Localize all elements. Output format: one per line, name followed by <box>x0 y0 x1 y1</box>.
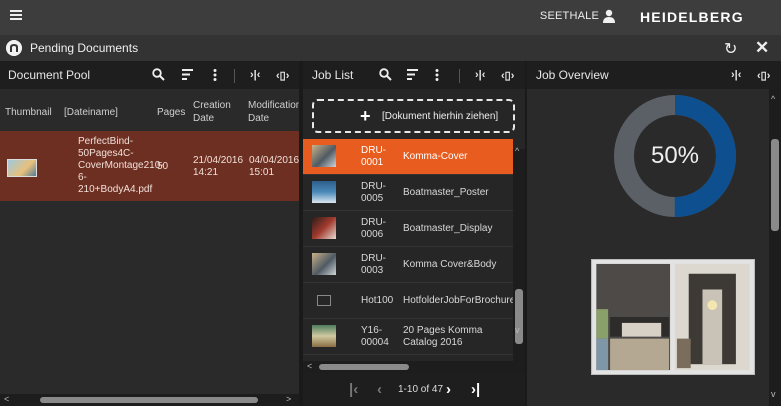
job-overview-title: Job Overview <box>536 68 609 82</box>
scroll-right-icon[interactable]: > <box>286 394 291 404</box>
scrollbar-thumb[interactable] <box>40 397 258 403</box>
search-icon[interactable] <box>379 68 392 81</box>
horizontal-scrollbar[interactable]: < > <box>0 394 299 406</box>
table-row[interactable]: PerfectBind-50Pages4C-CoverMontage210-6-… <box>0 131 299 201</box>
document-pool-toolbar: Document Pool ›|‹ ‹▯› <box>0 61 299 89</box>
job-name: 20 Pages Komma Catalog 2016 <box>403 325 483 348</box>
collapse-left-icon[interactable]: ›|‹ <box>250 69 260 81</box>
column-header-pages[interactable]: Pages <box>157 106 185 119</box>
document-pool-panel: Document Pool ›|‹ ‹▯› Thumbnail [Dateina… <box>0 61 299 406</box>
pagination-bar: |‹ ‹ 1-10 of 47 › ›| <box>303 373 525 406</box>
page-title: Pending Documents <box>30 41 139 55</box>
scroll-left-icon[interactable]: < <box>307 361 312 371</box>
scrollbar-thumb[interactable] <box>771 139 779 231</box>
column-header-filename[interactable]: [Dateiname] <box>64 106 118 119</box>
job-overview-panel: Job Overview ›|‹ ‹▯› 50% ^ v <box>527 61 781 406</box>
expand-icon[interactable]: ‹▯› <box>757 69 770 82</box>
scrollbar-thumb[interactable] <box>515 289 523 344</box>
scroll-left-icon[interactable]: < <box>4 394 9 404</box>
refresh-icon[interactable]: ↻ <box>724 39 737 59</box>
job-list-title: Job List <box>312 68 354 82</box>
close-icon[interactable]: ✕ <box>755 38 769 58</box>
scrollbar-thumb[interactable] <box>319 364 409 370</box>
job-overview-toolbar: Job Overview ›|‹ ‹▯› <box>527 61 781 89</box>
job-thumbnail <box>312 145 336 167</box>
top-bar: SEETHALE HEIDELBERG <box>0 0 781 35</box>
more-vertical-icon[interactable] <box>213 69 217 81</box>
pagination-label: 1-10 of 47 <box>398 384 444 395</box>
list-item[interactable]: DRU-0001 Komma-Cover <box>303 139 513 175</box>
menu-icon[interactable] <box>10 8 28 26</box>
first-page-icon[interactable]: |‹ <box>349 381 358 398</box>
job-id: Hot100 <box>361 295 394 306</box>
window-header: Pending Documents ↻ ✕ <box>0 35 781 61</box>
app-logo-icon <box>6 40 22 56</box>
next-page-icon[interactable]: › <box>446 381 451 398</box>
job-thumbnail <box>312 217 336 239</box>
sort-icon[interactable] <box>182 69 193 80</box>
job-name: Boatmaster_Poster <box>403 187 489 198</box>
job-id: DRU-0005 <box>361 181 386 204</box>
job-name: Komma-Cover <box>403 151 468 162</box>
sort-icon[interactable] <box>407 69 418 80</box>
list-item[interactable]: Y16-00004 20 Pages Komma Catalog 2016 <box>303 319 513 355</box>
job-thumbnail <box>312 253 336 275</box>
list-item[interactable]: Hot100 HotfolderJobForBrochures <box>303 283 521 319</box>
job-list-panel: Job List ›|‹ ‹▯› + [Dokument hierhin zie… <box>303 61 525 406</box>
add-icon: + <box>360 106 371 126</box>
list-item[interactable]: DRU-0003 Komma Cover&Body <box>303 247 513 283</box>
job-name: Boatmaster_Display <box>403 223 493 234</box>
job-id: DRU-0001 <box>361 145 386 168</box>
last-page-icon[interactable]: ›| <box>471 381 480 398</box>
job-thumbnail <box>312 325 336 347</box>
list-item[interactable]: DRU-0005 Boatmaster_Poster <box>303 175 513 211</box>
collapse-left-icon[interactable]: ›|‹ <box>731 69 741 81</box>
document-filename: PerfectBind-50Pages4C-CoverMontage210-6-… <box>78 136 164 195</box>
user-icon[interactable] <box>603 9 615 23</box>
horizontal-scrollbar[interactable]: < <box>303 361 513 373</box>
progress-percent: 50% <box>650 142 700 169</box>
document-pages: 50 <box>157 161 169 172</box>
drop-zone-label: [Dokument hierhin ziehen] <box>382 111 499 122</box>
column-header-creation-date[interactable]: Creation Date <box>193 99 233 125</box>
expand-icon[interactable]: ‹▯› <box>276 69 289 82</box>
job-preview-image[interactable] <box>591 259 755 375</box>
column-header-thumbnail[interactable]: Thumbnail <box>5 106 52 119</box>
job-list-toolbar: Job List ›|‹ ‹▯› <box>303 61 525 89</box>
previous-page-icon[interactable]: ‹ <box>377 381 382 398</box>
scroll-up-icon[interactable]: ^ <box>771 94 775 104</box>
list-item[interactable]: DRU-0006 Boatmaster_Display <box>303 211 513 247</box>
expand-icon[interactable]: ‹▯› <box>501 69 514 82</box>
heidelberg-logo: HEIDELBERG <box>640 9 744 25</box>
document-modification-date: 04/04/2016 15:01 <box>249 155 299 178</box>
search-icon[interactable] <box>152 68 165 81</box>
image-placeholder-icon <box>317 295 331 306</box>
document-drop-zone[interactable]: + [Dokument hierhin ziehen] <box>312 99 515 133</box>
job-id: DRU-0003 <box>361 253 386 276</box>
vertical-scrollbar[interactable]: ^ v <box>513 146 525 373</box>
collapse-left-icon[interactable]: ›|‹ <box>475 69 485 81</box>
job-name: Komma Cover&Body <box>403 259 497 270</box>
scroll-up-icon[interactable]: ^ <box>515 146 519 156</box>
scroll-down-icon[interactable]: v <box>515 325 520 335</box>
job-thumbnail <box>312 181 336 203</box>
document-thumbnail <box>7 159 37 177</box>
document-creation-date: 21/04/2016 14:21 <box>193 155 244 178</box>
job-name: HotfolderJobForBrochures <box>403 295 521 306</box>
document-pool-title: Document Pool <box>8 68 91 82</box>
scroll-down-icon[interactable]: v <box>771 389 776 399</box>
job-id: Y16-00004 <box>361 325 389 348</box>
user-name[interactable]: SEETHALE <box>540 10 599 22</box>
more-vertical-icon[interactable] <box>435 69 439 81</box>
job-id: DRU-0006 <box>361 217 386 240</box>
vertical-scrollbar[interactable]: ^ v <box>769 89 781 406</box>
column-header-modification-date[interactable]: Modification Date <box>248 99 299 125</box>
